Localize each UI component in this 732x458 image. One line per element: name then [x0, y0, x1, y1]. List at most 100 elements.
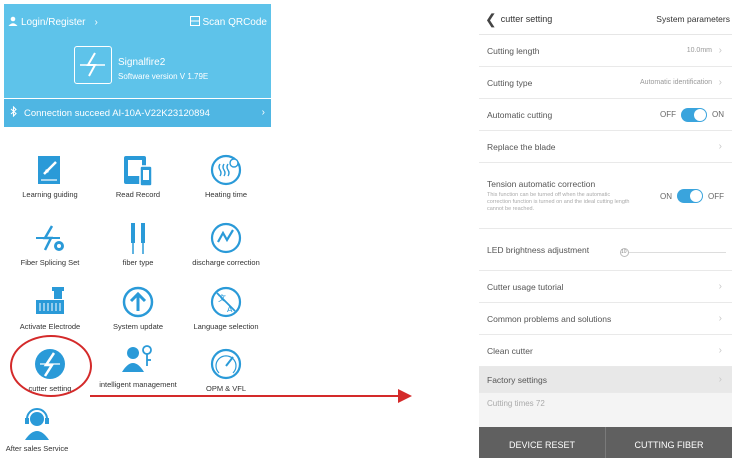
- toggle-off-label: OFF: [708, 191, 724, 201]
- cutting-length-value: 10.0mm: [686, 47, 712, 54]
- connection-status-text: Connection succeed AI-10A-V22K23120894: [24, 107, 210, 119]
- row-label: Tension automatic correction: [487, 178, 596, 189]
- heating-icon: [208, 152, 244, 188]
- bottom-button-bar: DEVICE RESET CUTTING FIBER: [479, 427, 732, 458]
- chevron-right-icon: ›: [718, 77, 722, 88]
- splicing-icon: [32, 220, 68, 256]
- record-icon: [120, 152, 156, 188]
- menu-label: OPM & VFL: [205, 384, 246, 393]
- row-label: Common problems and solutions: [487, 313, 612, 324]
- menu-opm-vfl[interactable]: OPM & VFL: [182, 346, 270, 394]
- tension-correction-toggle[interactable]: [677, 189, 703, 203]
- login-register-button[interactable]: Login/Register ›: [8, 16, 98, 29]
- common-problems-row[interactable]: Common problems and solutions ›: [479, 303, 732, 335]
- menu-label: Activate Electrode: [19, 322, 81, 331]
- menu-fiber-splicing-set[interactable]: Fiber Splicing Set: [6, 220, 94, 268]
- chevron-right-icon: ›: [718, 45, 722, 56]
- row-label: LED brightness adjustment: [487, 244, 590, 255]
- menu-label: fiber type: [122, 258, 154, 267]
- toggle-on-label: ON: [660, 191, 672, 201]
- cutting-fiber-button[interactable]: CUTTING FIBER: [605, 427, 732, 458]
- chevron-right-icon: ›: [718, 374, 722, 385]
- discharge-icon: [208, 220, 244, 256]
- menu-discharge-correction[interactable]: discharge correction: [182, 220, 270, 268]
- device-reset-button[interactable]: DEVICE RESET: [479, 427, 605, 458]
- automatic-cutting-row: Automatic cutting OFF ON: [479, 99, 732, 131]
- management-icon: [120, 342, 156, 378]
- connection-status-bar[interactable]: Connection succeed AI-10A-V22K23120894 ›: [4, 99, 271, 127]
- menu-intelligent-management[interactable]: intelligent management: [94, 342, 182, 390]
- factory-settings-row[interactable]: Factory settings ›: [479, 367, 732, 393]
- opm-icon: [208, 346, 244, 382]
- led-brightness-slider[interactable]: 10: [620, 248, 726, 258]
- scan-label: Scan QRCode: [202, 17, 267, 28]
- menu-label: Read Record: [115, 190, 161, 199]
- cutter-setting-screen: ❮ cutter setting System parameters Cutti…: [479, 4, 732, 458]
- pointer-arrow-head: [398, 389, 412, 403]
- chevron-right-icon: ›: [718, 345, 722, 356]
- system-parameters-link[interactable]: System parameters: [656, 14, 730, 24]
- service-icon: [19, 406, 55, 442]
- fiber-icon: [120, 220, 156, 256]
- toggle-on-label: ON: [712, 110, 724, 119]
- scan-icon: [189, 16, 200, 29]
- chevron-right-icon: ›: [718, 281, 722, 292]
- highlight-circle: [10, 335, 92, 397]
- row-label: Cutting length: [487, 45, 540, 56]
- menu-label: Learning guiding: [22, 190, 78, 199]
- row-label: Factory settings: [487, 374, 547, 385]
- svg-text:A: A: [227, 305, 233, 314]
- cutting-length-row[interactable]: Cutting length 10.0mm ›: [479, 35, 732, 67]
- menu-language-selection[interactable]: 文A Language selection: [182, 284, 270, 332]
- menu-label: discharge correction: [192, 258, 260, 267]
- pointer-arrow-line: [90, 395, 400, 397]
- slider-value: 10: [621, 249, 627, 255]
- bluetooth-icon: [10, 105, 18, 120]
- led-brightness-row: LED brightness adjustment 10: [479, 229, 732, 271]
- clean-cutter-row[interactable]: Clean cutter ›: [479, 335, 732, 367]
- chevron-right-icon: ›: [718, 141, 722, 152]
- menu-label: After sales Service: [5, 444, 69, 453]
- chevron-right-icon: ›: [261, 107, 265, 118]
- language-icon: 文A: [208, 284, 244, 320]
- row-label: Automatic cutting: [487, 109, 553, 120]
- electrode-icon: [32, 284, 68, 320]
- row-label: Cutting type: [487, 77, 533, 88]
- menu-learning-guiding[interactable]: Learning guiding: [6, 152, 94, 200]
- replace-blade-row[interactable]: Replace the blade ›: [479, 131, 732, 163]
- chevron-right-icon: ›: [94, 17, 98, 28]
- menu-label: System update: [112, 322, 164, 331]
- row-label: Clean cutter: [487, 345, 533, 356]
- device-name: Signalfire2: [118, 57, 166, 68]
- device-logo: [74, 46, 112, 84]
- automatic-cutting-toggle[interactable]: [681, 107, 707, 122]
- chevron-right-icon: ›: [718, 313, 722, 324]
- cutting-times: Cutting times 72: [487, 399, 545, 408]
- tension-correction-row: Tension automatic correction This functi…: [479, 163, 732, 229]
- menu-label: intelligent management: [99, 380, 177, 389]
- login-label: Login/Register: [21, 17, 86, 28]
- toggle-off-label: OFF: [660, 110, 676, 119]
- menu-activate-electrode[interactable]: Activate Electrode: [6, 284, 94, 332]
- top-bar: ❮ cutter setting System parameters: [479, 4, 732, 35]
- menu-heating-time[interactable]: Heating time: [182, 152, 270, 200]
- row-label: Cutter usage tutorial: [487, 281, 564, 292]
- cutter-tutorial-row[interactable]: Cutter usage tutorial ›: [479, 271, 732, 303]
- svg-text:文: 文: [218, 293, 226, 303]
- splice-logo-icon: [80, 52, 105, 77]
- row-label: Replace the blade: [487, 141, 556, 152]
- user-icon: [8, 16, 18, 29]
- scan-qrcode-button[interactable]: Scan QRCode: [189, 16, 267, 29]
- menu-label: Heating time: [204, 190, 248, 199]
- menu-label: Language selection: [193, 322, 259, 331]
- cutting-type-value: Automatic identification: [640, 79, 712, 86]
- menu-after-sales-service[interactable]: After sales Service: [0, 406, 82, 454]
- back-arrow-icon[interactable]: ❮: [485, 11, 497, 28]
- menu-read-record[interactable]: Read Record: [94, 152, 182, 200]
- cutting-type-row[interactable]: Cutting type Automatic identification ›: [479, 67, 732, 99]
- menu-fiber-type[interactable]: fiber type: [94, 220, 182, 268]
- tension-description: This function can be turned off when the…: [487, 191, 630, 212]
- page-title: cutter setting: [500, 14, 553, 24]
- menu-system-update[interactable]: System update: [94, 284, 182, 332]
- update-icon: [120, 284, 156, 320]
